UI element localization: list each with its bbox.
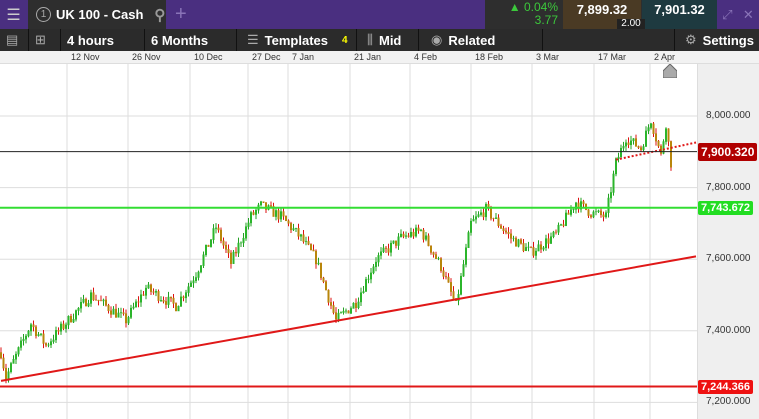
gear-icon: ⚙ (685, 32, 697, 47)
price-line-tag[interactable]: 7,244.366 (698, 379, 753, 394)
date-label: 2 Apr (654, 52, 676, 62)
price-type-button[interactable]: ⫼ Mid (357, 29, 419, 51)
hamburger-icon[interactable]: ☰ (0, 0, 27, 29)
date-label: 18 Feb (475, 52, 504, 62)
interval-label: 4 hours (67, 32, 114, 48)
spread-value: 2.00 (617, 19, 645, 29)
chart-toolbar: ▤ ⊞ 4 hours 6 Months ☰ Templates 4 ⫼ Mid ◉ R… (0, 29, 759, 51)
price-tick-label: 7,200.000 (706, 396, 751, 408)
add-tab-button[interactable]: + (175, 3, 187, 26)
instrument-tab[interactable]: 1 UK 100 - Cash ⚲ (28, 0, 166, 29)
grid-layout-icon: ⊞ (35, 32, 46, 47)
range-select[interactable]: 6 Months (145, 29, 237, 51)
date-label: 27 Dec (252, 52, 281, 62)
range-label: 6 Months (151, 32, 209, 48)
date-axis: 12 Nov 26 Nov 10 Dec 27 Dec 7 Jan 21 Jan 4 Feb… (0, 51, 759, 64)
templates-badge: 4 (342, 34, 348, 46)
templates-label: Templates (264, 32, 328, 48)
price-change: ▲ 0.04% 3.77 (500, 1, 558, 27)
change-absolute: 3.77 (534, 13, 558, 27)
date-label: 3 Mar (536, 52, 560, 62)
tab-number: 1 (36, 7, 51, 22)
date-label: 26 Nov (132, 52, 161, 62)
date-label: 10 Dec (194, 52, 223, 62)
date-label: 7 Jan (292, 52, 315, 62)
expand-icon[interactable]: ⤢ (722, 7, 732, 23)
date-label: 12 Nov (71, 52, 100, 62)
support-trendline (0, 255, 697, 382)
search-icon[interactable]: ⚲ (154, 6, 165, 24)
price-tick-label: 7,600.000 (706, 253, 751, 265)
list-icon: ▤ (6, 32, 19, 47)
price-line-tag[interactable]: 7,743.672 (698, 200, 753, 215)
price-type-label: Mid (378, 32, 402, 48)
buy-price-button[interactable]: 7,901.32 (642, 0, 717, 29)
price-axis[interactable]: 8,000.000 7,800.000 7,600.000 7,400.000 7,20… (697, 64, 759, 419)
tab-title: UK 100 - Cash (56, 7, 144, 22)
price-chart[interactable] (0, 64, 759, 419)
settings-label: Settings (702, 32, 754, 48)
price-tick-label: 7,800.000 (706, 181, 751, 193)
settings-button[interactable]: ⚙ Settings (674, 29, 759, 51)
eye-icon: ◉ (431, 32, 443, 47)
related-label: Related (448, 32, 496, 48)
date-label: 17 Mar (598, 52, 627, 62)
sliders-icon: ☰ (247, 32, 259, 47)
price-tick-label: 7,400.000 (706, 324, 751, 336)
date-label: 21 Jan (354, 52, 382, 62)
date-label: 4 Feb (414, 52, 438, 62)
layout-button[interactable]: ⊞ (29, 29, 61, 51)
list-button[interactable]: ▤ (0, 29, 29, 51)
close-icon[interactable]: ✕ (743, 7, 754, 23)
price-tick-label: 8,000.000 (706, 110, 751, 121)
candles-icon: ⫼ (367, 32, 373, 47)
templates-button[interactable]: ☰ Templates 4 (237, 29, 357, 51)
scroll-marker-icon[interactable] (663, 64, 677, 78)
price-line-tag[interactable]: 7,900.320 (698, 142, 758, 161)
top-bar: ☰ 1 UK 100 - Cash ⚲ + ▲ 0.04% 3.77 7,899.… (0, 0, 759, 29)
interval-select[interactable]: 4 hours (61, 29, 145, 51)
related-button[interactable]: ◉ Related (419, 29, 543, 51)
